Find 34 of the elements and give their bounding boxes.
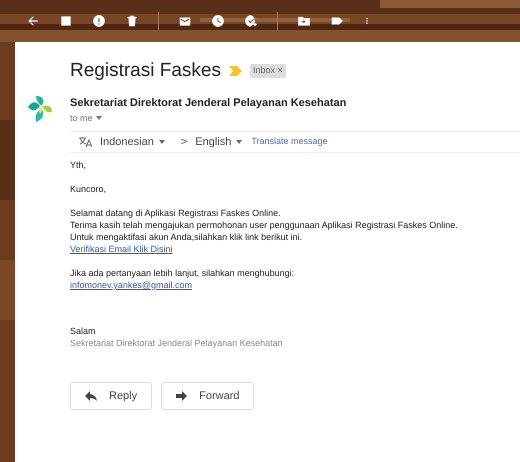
caret-icon <box>96 116 102 120</box>
separator-arrow: > <box>180 134 188 150</box>
translate-message-link[interactable]: Translate message <box>251 135 328 149</box>
add-task-icon[interactable] <box>244 14 258 28</box>
body-text: Terima kasih telah mengajukan permohonan user penggunaan Aplikasi Registrasi Faskes Online. <box>70 219 458 231</box>
link[interactable]: infomonev.yankes@gmail.com <box>70 279 192 291</box>
caret-icon <box>158 140 165 144</box>
reply-arrow-icon <box>85 391 97 401</box>
source-language-dropdown[interactable]: Indonesian <box>100 134 165 150</box>
target-language-dropdown[interactable]: English <box>195 134 242 150</box>
importance-marker-icon[interactable] <box>229 66 242 76</box>
body-text: Kuncoro, <box>70 183 106 195</box>
greeting: Salam <box>70 325 96 337</box>
label-chip[interactable]: Inbox × <box>250 64 286 78</box>
subject: Registrasi Faskes <box>70 58 221 83</box>
delete-icon[interactable] <box>125 14 139 28</box>
translate-icon <box>78 136 92 148</box>
ministry-logo <box>26 94 54 124</box>
caret-icon <box>236 140 242 144</box>
body-text: Untuk mengaktifasi akun Anda,silahkan klik link berikut ini. <box>70 231 302 243</box>
signature: Sekretariat Direktorat Jenderal Pelayanan Kesehatan <box>70 337 283 349</box>
link[interactable]: Verifikasi Email Klik Disini <box>70 243 173 255</box>
forward-button[interactable]: Forward <box>161 382 254 410</box>
forward-arrow-icon <box>176 391 188 401</box>
body-text: Yth, <box>70 159 86 171</box>
sender-name: Sekretariat Direktorat Jenderal Pelayanan Kesehatan <box>70 96 346 111</box>
back-arrow-icon[interactable] <box>26 14 40 28</box>
spam-icon[interactable] <box>92 14 106 28</box>
clock-icon[interactable] <box>211 14 225 28</box>
recipient-toggle[interactable]: to me <box>70 112 346 125</box>
body-text: Jika ada pertanyaan lebih lanjut, silahkan menghubungi: <box>70 267 294 279</box>
reply-button[interactable]: Reply <box>70 382 152 410</box>
move-to-folder-icon[interactable] <box>297 14 311 28</box>
body-text: Selamat datang di Aplikasi Registrasi Faskes Online. <box>70 207 281 219</box>
